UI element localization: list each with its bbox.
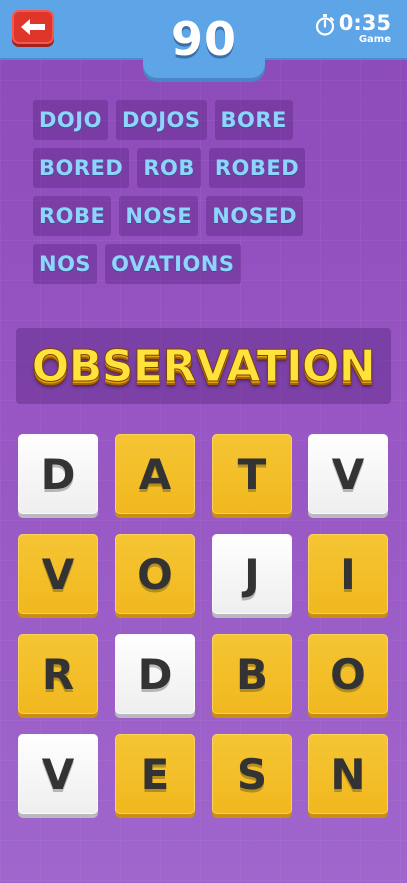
tile-letter: E [140, 749, 170, 799]
tile-letter: B [235, 649, 268, 699]
letter-tile[interactable]: D [18, 434, 98, 514]
letter-tile[interactable]: V [308, 434, 388, 514]
tile-letter: V [331, 449, 365, 499]
letter-tile[interactable]: J [212, 534, 292, 614]
letter-tile[interactable]: V [18, 734, 98, 814]
tile-letter: T [237, 449, 267, 499]
tile-letter: V [41, 749, 75, 799]
letter-tile[interactable]: V [18, 534, 98, 614]
letter-tile[interactable]: A [115, 434, 195, 514]
tile-letter: D [40, 449, 76, 499]
tile-letter: O [330, 649, 366, 699]
letter-tile[interactable]: E [115, 734, 195, 814]
letter-tile[interactable]: O [308, 634, 388, 714]
letter-tile[interactable]: B [212, 634, 292, 714]
letter-tile[interactable]: R [18, 634, 98, 714]
tile-letter: R [41, 649, 75, 699]
tile-letter: D [137, 649, 173, 699]
letter-tile[interactable]: S [212, 734, 292, 814]
tile-letter: I [340, 549, 356, 599]
letter-tile[interactable]: I [308, 534, 388, 614]
tile-letter: A [138, 449, 172, 499]
tile-letter: O [137, 549, 173, 599]
tile-letter: S [236, 749, 268, 799]
tile-letter: N [330, 749, 366, 799]
letter-tile[interactable]: D [115, 634, 195, 714]
letter-tile[interactable]: O [115, 534, 195, 614]
letter-board: D A T V V O J I R D B O V E S N [0, 0, 407, 883]
tile-letter: J [244, 549, 260, 599]
tile-letter: V [41, 549, 75, 599]
letter-tile[interactable]: T [212, 434, 292, 514]
letter-tile[interactable]: N [308, 734, 388, 814]
